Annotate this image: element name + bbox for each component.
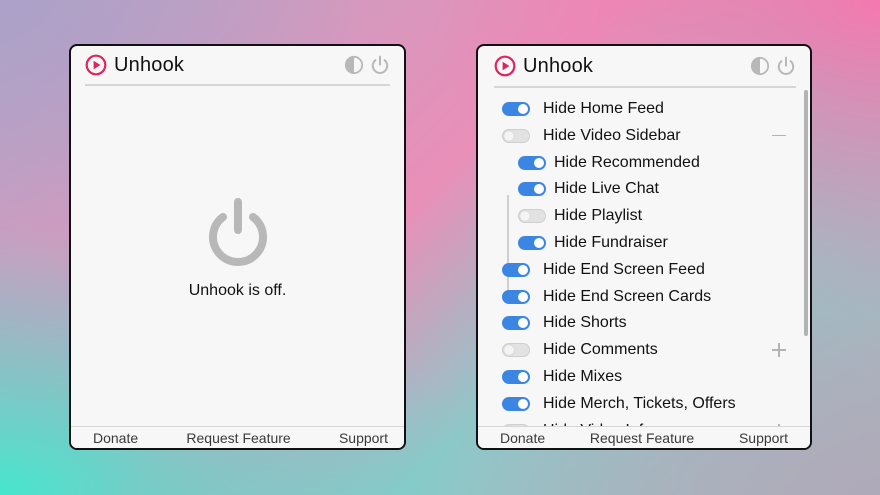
off-state: Unhook is off. — [71, 196, 404, 300]
setting-label: Hide Merch, Tickets, Offers — [543, 394, 736, 412]
setting-label: Hide Fundraiser — [554, 234, 668, 251]
setting-row-hide-video-sidebar: Hide Video Sidebar — [502, 123, 786, 149]
popup-enabled: Unhook Hide Home Feed Hide Video Sidebar H… — [476, 44, 812, 450]
setting-label: Hide End Screen Feed — [543, 260, 705, 278]
setting-row-hide-comments: Hide Comments — [502, 337, 786, 363]
setting-row-hide-fundraiser: Hide Fundraiser — [518, 230, 786, 256]
setting-row-hide-playlist: Hide Playlist — [518, 203, 786, 229]
setting-label: Hide Playlist — [554, 207, 643, 225]
setting-row-hide-merch-tickets-offers: Hide Merch, Tickets, Offers — [502, 391, 786, 417]
settings-list: Hide Home Feed Hide Video Sidebar Hide Rec… — [478, 95, 810, 426]
setting-row-hide-video-info: Hide Video Info — [502, 418, 786, 426]
toggle-hide-video-sidebar[interactable] — [502, 128, 530, 143]
setting-label: Hide Video Sidebar — [543, 126, 681, 144]
setting-row-hide-end-screen-cards: Hide End Screen Cards — [502, 284, 786, 310]
power-icon[interactable] — [207, 196, 269, 268]
donate-link[interactable]: Donate — [500, 430, 545, 446]
toggle-knob — [518, 372, 528, 382]
setting-label: Hide Live Chat — [554, 180, 659, 198]
toggle-hide-playlist[interactable] — [518, 209, 546, 224]
power-icon[interactable] — [370, 55, 390, 75]
toggle-hide-comments[interactable] — [502, 343, 530, 358]
setting-row-hide-mixes: Hide Mixes — [502, 364, 786, 390]
support-link[interactable]: Support — [339, 430, 388, 446]
popup-disabled: Unhook Unhook is off. Donate Request Fea… — [69, 44, 406, 450]
toggle-knob — [518, 398, 528, 409]
setting-label: Hide Recommended — [554, 153, 700, 171]
toggle-knob — [534, 157, 544, 168]
setting-row-hide-live-chat: Hide Live Chat — [518, 176, 786, 202]
expand-icon[interactable] — [772, 343, 786, 358]
toggle-knob — [534, 238, 544, 248]
request-feature-link[interactable]: Request Feature — [590, 430, 694, 446]
toggle-hide-home-feed[interactable] — [502, 102, 530, 116]
setting-label: Hide Shorts — [543, 314, 627, 332]
power-icon[interactable] — [776, 56, 796, 76]
toggle-hide-merch-tickets-offers[interactable] — [502, 396, 530, 411]
setting-label: Hide Mixes — [543, 368, 623, 385]
toggle-hide-fundraiser[interactable] — [518, 236, 546, 250]
app-title: Unhook — [114, 53, 185, 76]
popup-footer: Donate Request Feature Support — [478, 426, 810, 448]
toggle-hide-end-screen-feed[interactable] — [502, 262, 530, 277]
toggle-knob — [518, 264, 528, 275]
popup-footer: Donate Request Feature Support — [71, 426, 404, 448]
toggle-hide-end-screen-cards[interactable] — [502, 289, 530, 304]
popup-header: Unhook — [85, 46, 390, 86]
scrollbar-thumb[interactable] — [804, 90, 808, 336]
toggle-knob — [518, 318, 528, 329]
support-link[interactable]: Support — [739, 430, 788, 446]
play-circle-icon — [85, 54, 107, 76]
app-title: Unhook — [523, 54, 594, 77]
popup-header: Unhook — [494, 46, 796, 88]
status-message: Unhook is off. — [188, 282, 287, 299]
setting-label: Hide Comments — [543, 341, 658, 359]
toggle-knob — [504, 345, 514, 356]
setting-row-hide-home-feed: Hide Home Feed — [502, 96, 786, 122]
toggle-knob — [518, 104, 528, 114]
toggle-knob — [504, 130, 514, 141]
setting-row-hide-end-screen-feed: Hide End Screen Feed — [502, 257, 786, 283]
setting-label: Hide Home Feed — [543, 100, 664, 117]
setting-label: Hide End Screen Cards — [543, 287, 712, 305]
setting-row-hide-recommended: Hide Recommended — [518, 150, 786, 176]
setting-row-hide-shorts: Hide Shorts — [502, 310, 786, 336]
contrast-icon[interactable] — [750, 56, 770, 76]
collapse-icon[interactable] — [772, 129, 786, 143]
toggle-hide-mixes[interactable] — [502, 370, 530, 384]
toggle-knob — [534, 184, 544, 195]
play-circle-icon — [494, 55, 516, 77]
toggle-hide-shorts[interactable] — [502, 316, 530, 331]
toggle-hide-recommended[interactable] — [518, 155, 546, 170]
toggle-hide-live-chat[interactable] — [518, 182, 546, 197]
toggle-knob — [520, 211, 530, 222]
donate-link[interactable]: Donate — [93, 430, 138, 446]
toggle-knob — [518, 291, 528, 302]
contrast-icon[interactable] — [344, 55, 364, 75]
request-feature-link[interactable]: Request Feature — [186, 430, 290, 446]
